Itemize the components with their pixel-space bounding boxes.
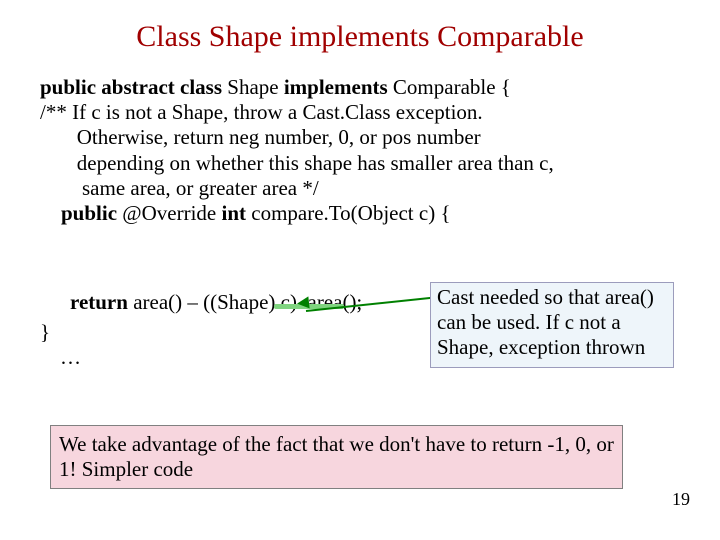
code-text: compare.To(Object c) { [246, 201, 451, 225]
code-block: public abstract class Shape implements C… [40, 75, 554, 226]
slide: Class Shape implements Comparable public… [0, 0, 720, 540]
code-comment: /** If c is not a Shape, throw a Cast.Cl… [40, 100, 483, 124]
kw-return: return [70, 290, 128, 314]
code-text: Shape [222, 75, 284, 99]
annotation-arrow-head [296, 296, 309, 309]
code-return-line: return area() – ((Shape) c). area(); [70, 290, 362, 315]
code-text: area() – ((Shape) c). area(); [128, 290, 362, 314]
kw-implements: implements [284, 75, 388, 99]
kw-public-abstract-class: public abstract class [40, 75, 222, 99]
code-text: @Override [117, 201, 221, 225]
code-close-brace: } [40, 320, 50, 345]
code-comment: depending on whether this shape has smal… [40, 151, 554, 175]
code-comment: Otherwise, return neg number, 0, or pos … [40, 125, 481, 149]
kw-public: public [40, 201, 117, 225]
kw-int: int [222, 201, 247, 225]
cast-annotation-box: Cast needed so that area() can be used. … [430, 282, 674, 368]
code-text: Comparable { [388, 75, 511, 99]
summary-box: We take advantage of the fact that we do… [50, 425, 623, 489]
page-number: 19 [672, 489, 690, 510]
slide-title: Class Shape implements Comparable [0, 20, 720, 54]
code-ellipsis: … [60, 345, 81, 370]
code-comment: same area, or greater area */ [40, 176, 319, 200]
